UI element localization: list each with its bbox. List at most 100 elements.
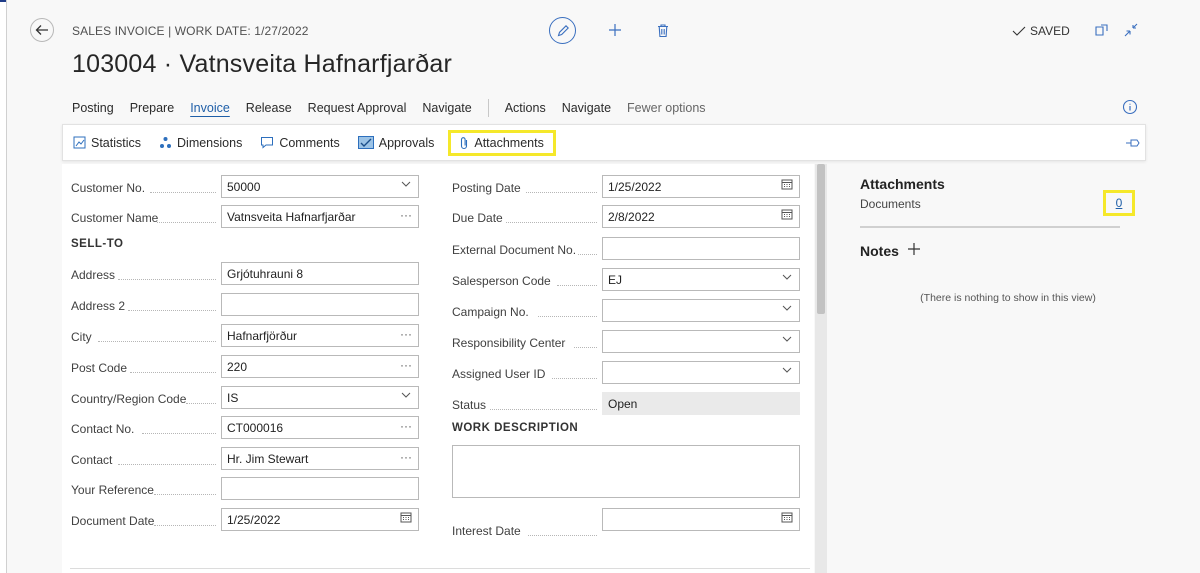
- contact-no-field[interactable]: CT000016 ···: [221, 416, 419, 439]
- dimensions-label: Dimensions: [177, 135, 243, 150]
- your-reference-field[interactable]: [221, 477, 419, 500]
- edit-button[interactable]: [549, 17, 576, 44]
- due-date-value: 2/8/2022: [608, 209, 655, 224]
- assigned-user-id-field[interactable]: [602, 361, 800, 384]
- factbox-pane: Attachments Documents 0 Notes (There is …: [828, 164, 1194, 573]
- notes-title: Notes: [860, 242, 899, 259]
- label-leader: [186, 403, 216, 404]
- form-scrollbar[interactable]: [815, 164, 827, 573]
- calendar-icon[interactable]: [781, 511, 793, 526]
- label-leader: [130, 372, 216, 373]
- customer-no-field[interactable]: 50000: [221, 175, 419, 198]
- chevron-down-icon[interactable]: [400, 178, 412, 193]
- external-document-no-field[interactable]: [602, 237, 800, 260]
- menu-request-approval[interactable]: Request Approval: [308, 101, 407, 115]
- responsibility-center-field[interactable]: [602, 330, 800, 353]
- address-field[interactable]: Grjótuhrauni 8: [221, 262, 419, 285]
- chevron-down-icon[interactable]: [400, 389, 412, 404]
- interest-date-field[interactable]: [602, 508, 800, 531]
- contact-no-label: Contact No.: [71, 422, 135, 436]
- address-value: Grjótuhrauni 8: [227, 266, 304, 281]
- chevron-down-icon[interactable]: [781, 302, 793, 317]
- add-note-button[interactable]: [907, 242, 921, 259]
- notes-empty-message: (There is nothing to show in this view): [920, 292, 1096, 304]
- new-button[interactable]: [604, 19, 626, 41]
- lookup-ellipsis-icon[interactable]: ···: [400, 208, 412, 222]
- factbox-toggle-button[interactable]: [1122, 99, 1140, 117]
- lookup-ellipsis-icon[interactable]: ···: [400, 327, 412, 341]
- post-code-field[interactable]: 220 ···: [221, 355, 419, 378]
- city-value: Hafnarfjörður: [227, 328, 298, 343]
- label-leader: [506, 222, 597, 223]
- action-menu-bar: Posting Prepare Invoice Release Request …: [72, 99, 722, 117]
- menu-actions[interactable]: Actions: [505, 101, 546, 115]
- address-2-field[interactable]: [221, 293, 419, 316]
- status-label: Status: [452, 398, 487, 412]
- menu-release[interactable]: Release: [246, 101, 292, 115]
- label-leader: [526, 192, 597, 193]
- chevron-down-icon[interactable]: [781, 333, 793, 348]
- delete-button[interactable]: [652, 19, 674, 41]
- menu-fewer-options[interactable]: Fewer options: [627, 101, 706, 115]
- documents-count-link[interactable]: 0: [1103, 190, 1135, 216]
- document-date-value: 1/25/2022: [227, 512, 281, 527]
- status-field: Open: [602, 392, 800, 415]
- pin-action-bar-button[interactable]: [1125, 135, 1141, 151]
- campaign-no-field[interactable]: [602, 299, 800, 322]
- invoice-action-bar: Statistics Dimensions Comments Approvals…: [62, 124, 1146, 161]
- customer-name-label: Customer Name: [71, 211, 159, 225]
- arrow-left-icon: [35, 25, 48, 35]
- label-leader: [557, 285, 597, 286]
- label-leader: [142, 433, 216, 434]
- documents-label: Documents: [860, 197, 921, 211]
- city-field[interactable]: Hafnarfjörður ···: [221, 324, 419, 347]
- statistics-action[interactable]: Statistics: [73, 136, 141, 150]
- country-region-code-field[interactable]: IS: [221, 386, 419, 409]
- approvals-label: Approvals: [378, 135, 435, 150]
- calendar-icon[interactable]: [781, 178, 793, 193]
- lookup-ellipsis-icon[interactable]: ···: [400, 419, 412, 433]
- salesperson-code-value: EJ: [608, 272, 623, 287]
- label-leader: [552, 378, 597, 379]
- general-fasttab: Customer No. 50000 Customer Name Vatnsve…: [62, 164, 814, 573]
- label-leader: [98, 341, 216, 342]
- chevron-down-icon[interactable]: [781, 364, 793, 379]
- menu-navigate-2[interactable]: Navigate: [562, 101, 611, 115]
- scrollbar-thumb[interactable]: [817, 164, 825, 314]
- posting-date-field[interactable]: 1/25/2022: [602, 175, 800, 198]
- collapse-button[interactable]: [1122, 21, 1142, 41]
- chevron-down-icon[interactable]: [781, 271, 793, 286]
- salesperson-code-field[interactable]: EJ: [602, 268, 800, 291]
- contact-no-value: CT000016: [227, 420, 284, 435]
- lookup-ellipsis-icon[interactable]: ···: [400, 358, 412, 372]
- lookup-ellipsis-icon[interactable]: ···: [400, 450, 412, 464]
- customer-name-field[interactable]: Vatnsveita Hafnarfjarðar ···: [221, 205, 419, 228]
- assigned-user-id-label: Assigned User ID: [452, 367, 546, 381]
- approvals-action[interactable]: Approvals: [357, 135, 435, 150]
- menu-prepare[interactable]: Prepare: [130, 101, 174, 115]
- trash-icon: [658, 23, 668, 37]
- document-date-field[interactable]: 1/25/2022: [221, 508, 419, 531]
- comments-action[interactable]: Comments: [260, 136, 340, 150]
- customer-no-value: 50000: [227, 179, 261, 194]
- work-description-field[interactable]: [452, 445, 800, 498]
- country-region-code-label: Country/Region Code: [71, 392, 187, 406]
- address-2-label: Address 2: [71, 299, 126, 313]
- dimensions-action[interactable]: Dimensions: [159, 136, 242, 150]
- paperclip-icon: [461, 136, 468, 149]
- menu-posting[interactable]: Posting: [72, 101, 114, 115]
- contact-label: Contact: [71, 453, 113, 467]
- label-leader: [574, 347, 597, 348]
- calendar-icon[interactable]: [781, 208, 793, 223]
- menu-invoice[interactable]: Invoice: [190, 101, 230, 115]
- breadcrumb: SALES INVOICE | WORK DATE: 1/27/2022: [72, 24, 309, 38]
- address-label: Address: [71, 268, 116, 282]
- calendar-icon[interactable]: [400, 511, 412, 526]
- popout-button[interactable]: [1093, 21, 1113, 41]
- back-button[interactable]: [30, 18, 54, 42]
- attachments-action[interactable]: Attachments: [448, 129, 556, 156]
- menu-navigate[interactable]: Navigate: [422, 101, 471, 115]
- due-date-field[interactable]: 2/8/2022: [602, 205, 800, 228]
- contact-field[interactable]: Hr. Jim Stewart ···: [221, 447, 419, 470]
- label-leader: [118, 464, 216, 465]
